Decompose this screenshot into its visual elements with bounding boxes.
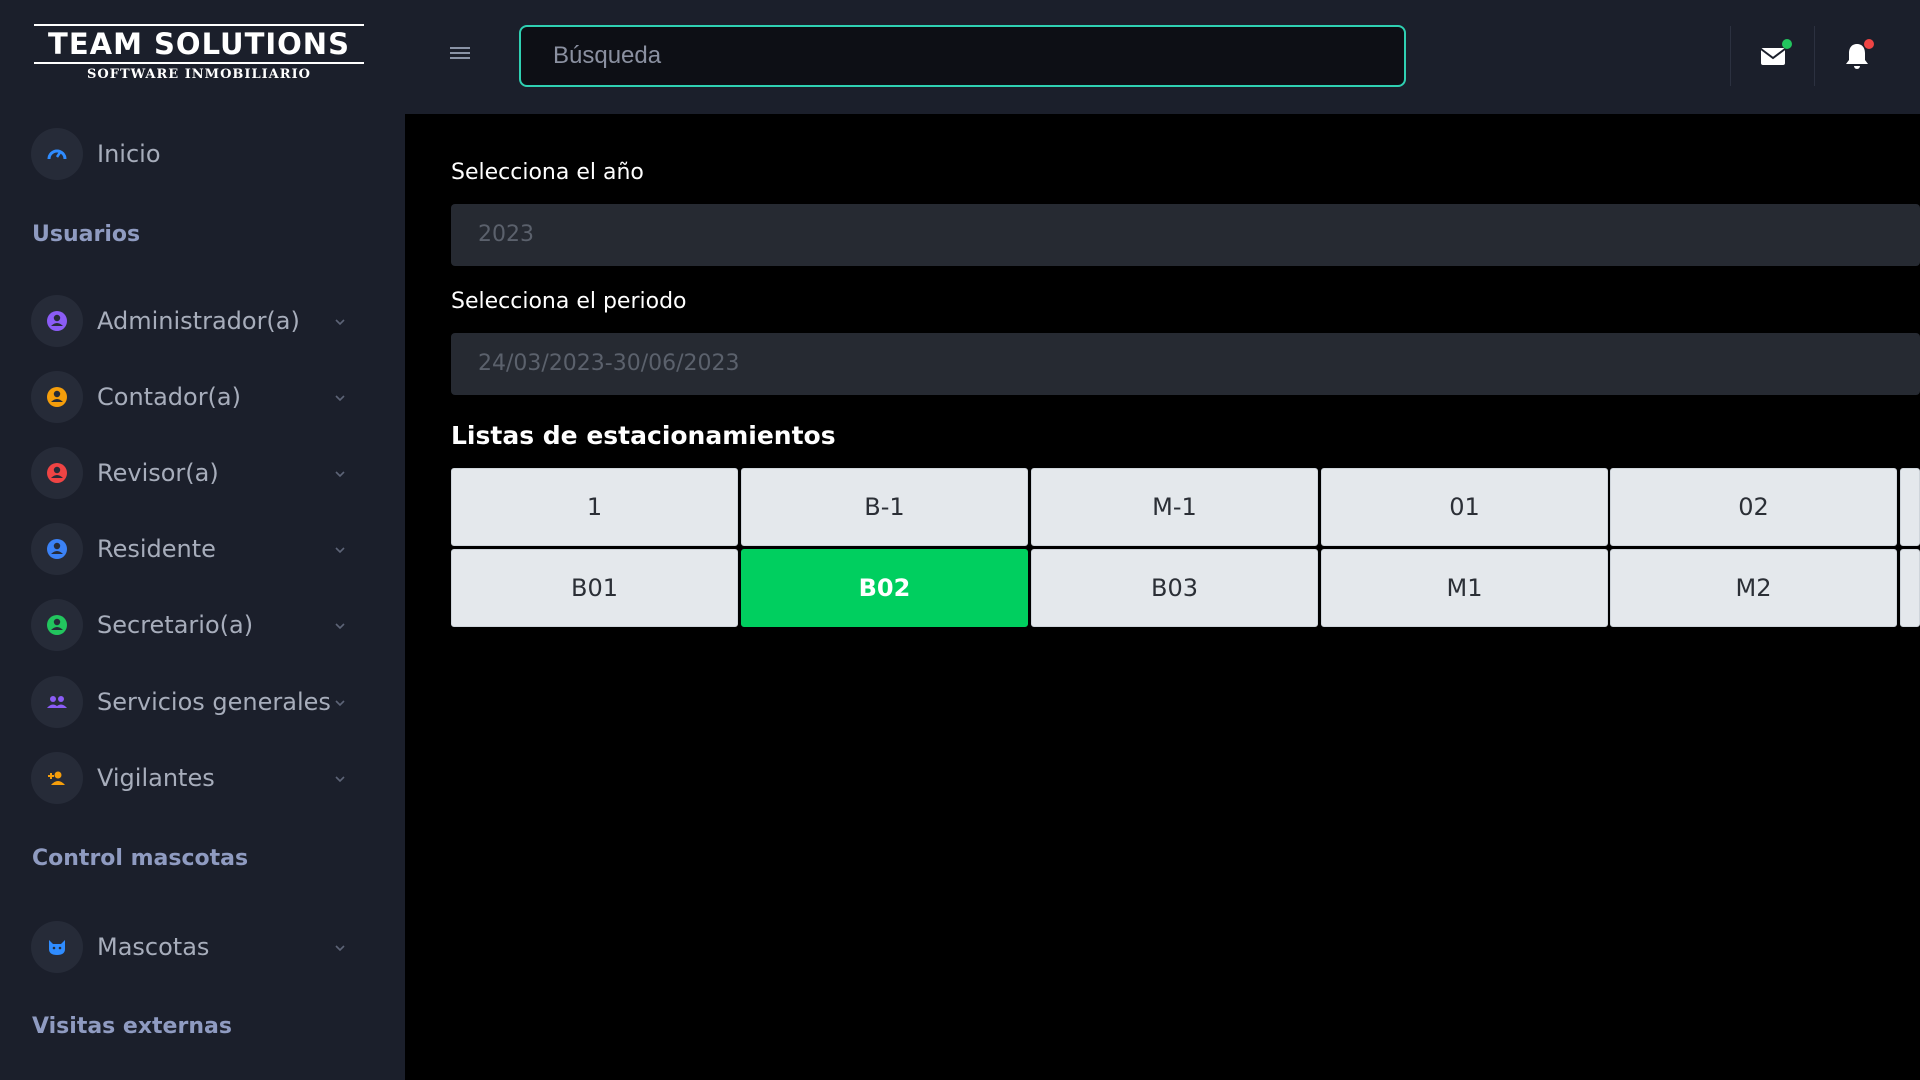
user-circle-icon — [31, 523, 83, 575]
chevron-down-icon — [335, 623, 345, 630]
brand-name: TEAM SOLUTIONS — [48, 27, 350, 61]
period-label: Selecciona el periodo — [451, 289, 687, 314]
parking-list-title: Listas de estacionamientos — [451, 421, 836, 450]
menu-toggle-icon[interactable] — [450, 44, 470, 64]
user-circle-icon — [31, 371, 83, 423]
parking-spot[interactable] — [1900, 549, 1920, 627]
parking-spot[interactable]: M-1 — [1031, 468, 1318, 546]
brand-tagline: SOFTWARE INMOBILIARIO — [87, 67, 311, 82]
search-input[interactable] — [519, 25, 1406, 87]
sidebar-item-label: Servicios generales — [97, 688, 331, 716]
sidebar-item-label: Residente — [97, 535, 216, 563]
sidebar-item-residente[interactable]: Residente — [31, 523, 361, 575]
chevron-down-icon — [335, 700, 345, 707]
parking-spot[interactable]: 01 — [1321, 468, 1608, 546]
parking-spot[interactable]: M1 — [1321, 549, 1608, 627]
user-plus-icon — [31, 752, 83, 804]
header-divider — [1730, 26, 1731, 86]
top-bar: TEAM SOLUTIONS SOFTWARE INMOBILIARIO — [0, 0, 1920, 114]
parking-spot[interactable]: B01 — [451, 549, 738, 627]
mail-icon[interactable] — [1756, 38, 1792, 74]
logo-middle-rule — [34, 62, 364, 64]
logo-top-rule — [34, 24, 364, 26]
header-divider — [1814, 26, 1815, 86]
sidebar: Inicio Usuarios Administrador(a) Contado… — [0, 114, 405, 1080]
sidebar-item-label: Revisor(a) — [97, 459, 219, 487]
users-group-icon — [31, 676, 83, 728]
sidebar-item-label: Contador(a) — [97, 383, 241, 411]
parking-spot-selected[interactable]: B02 — [741, 549, 1028, 627]
chevron-down-icon — [335, 395, 345, 402]
sidebar-item-label: Vigilantes — [97, 764, 215, 792]
mail-notification-dot — [1782, 39, 1792, 49]
user-circle-icon — [31, 447, 83, 499]
user-circle-icon — [31, 295, 83, 347]
year-select[interactable]: 2023 — [451, 204, 1920, 266]
chevron-down-icon — [335, 319, 345, 326]
chevron-down-icon — [335, 945, 345, 952]
section-title-control-mascotas: Control mascotas — [32, 846, 249, 871]
parking-spot[interactable] — [1900, 468, 1920, 546]
user-circle-icon — [31, 599, 83, 651]
sidebar-item-inicio[interactable]: Inicio — [31, 128, 361, 180]
sidebar-item-label: Secretario(a) — [97, 611, 254, 639]
parking-spot[interactable]: 1 — [451, 468, 738, 546]
sidebar-item-secretario[interactable]: Secretario(a) — [31, 599, 361, 651]
bell-icon[interactable] — [1840, 38, 1876, 74]
bell-notification-dot — [1864, 39, 1874, 49]
sidebar-item-label: Inicio — [97, 140, 161, 168]
sidebar-item-mascotas[interactable]: Mascotas — [31, 921, 361, 973]
cat-icon — [31, 921, 83, 973]
sidebar-item-label: Mascotas — [97, 933, 210, 961]
sidebar-item-servicios-generales[interactable]: Servicios generales — [31, 676, 361, 728]
parking-spot[interactable]: B03 — [1031, 549, 1318, 627]
sidebar-item-vigilantes[interactable]: Vigilantes — [31, 752, 361, 804]
parking-spot[interactable]: M2 — [1610, 549, 1897, 627]
sidebar-item-label: Administrador(a) — [97, 307, 300, 335]
sidebar-item-revisor[interactable]: Revisor(a) — [31, 447, 361, 499]
chevron-down-icon — [335, 471, 345, 478]
sidebar-item-contador[interactable]: Contador(a) — [31, 371, 361, 423]
year-label: Selecciona el año — [451, 160, 644, 185]
chevron-down-icon — [335, 776, 345, 783]
chevron-down-icon — [335, 547, 345, 554]
brand-logo[interactable]: TEAM SOLUTIONS SOFTWARE INMOBILIARIO — [34, 24, 364, 84]
parking-spot[interactable]: B-1 — [741, 468, 1028, 546]
section-title-visitas-externas: Visitas externas — [32, 1014, 232, 1039]
sidebar-item-administrador[interactable]: Administrador(a) — [31, 295, 361, 347]
parking-spot[interactable]: 02 — [1610, 468, 1897, 546]
speedometer-icon — [31, 128, 83, 180]
section-title-usuarios: Usuarios — [32, 222, 141, 247]
main-content: Selecciona el año 2023 Selecciona el per… — [405, 114, 1920, 1080]
period-select[interactable]: 24/03/2023-30/06/2023 — [451, 333, 1920, 395]
